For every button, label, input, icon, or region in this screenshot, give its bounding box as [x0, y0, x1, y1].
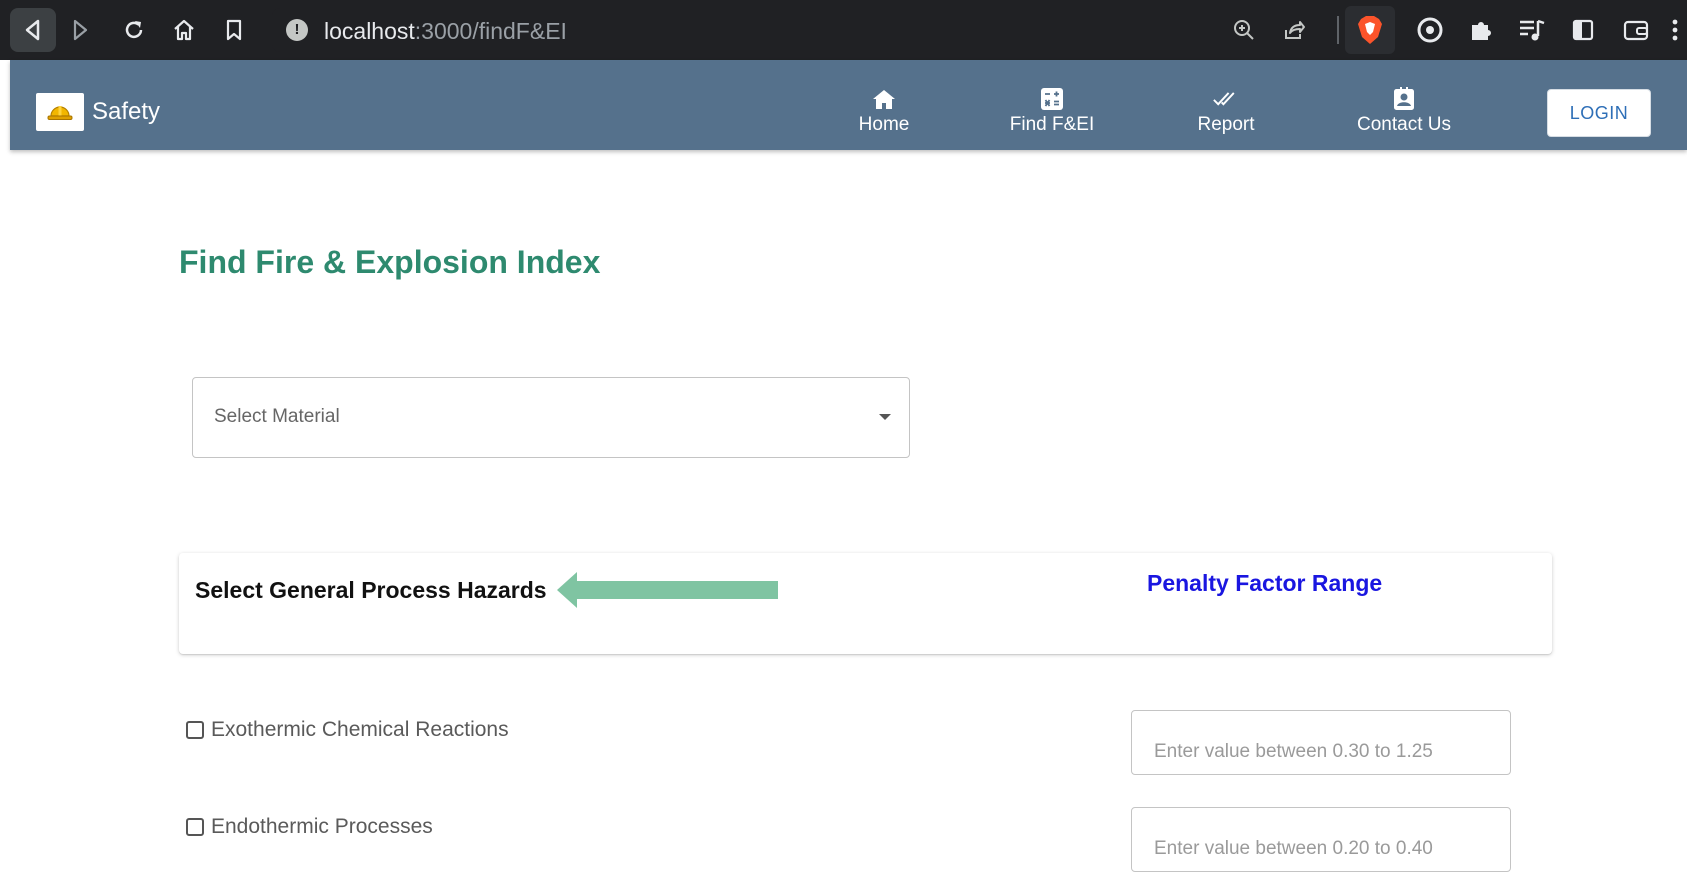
hard-hat-icon: [47, 106, 73, 120]
zoom-icon: [1234, 20, 1254, 40]
calculator-icon: [1039, 86, 1065, 112]
nav-home-label: Home: [858, 114, 910, 135]
vpn-icon: [1417, 17, 1443, 43]
exothermic-penalty-input[interactable]: [1131, 710, 1511, 775]
exothermic-checkbox[interactable]: [186, 721, 204, 739]
endothermic-label[interactable]: Endothermic Processes: [211, 815, 433, 839]
contact-icon: [1391, 86, 1417, 112]
wallet-button[interactable]: [1614, 8, 1658, 52]
home-icon: [174, 19, 194, 41]
page-title: Find Fire & Explosion Index: [179, 244, 601, 280]
extensions-button[interactable]: [1459, 8, 1503, 52]
url-host: localhost: [324, 18, 415, 44]
hazard-card-title: Select General Process Hazards: [195, 577, 547, 603]
brave-shield-icon: [1358, 16, 1382, 44]
double-check-icon: [1213, 86, 1239, 112]
nav-find-fei[interactable]: Find F&EI: [1000, 86, 1104, 142]
brave-shield-button[interactable]: [1345, 6, 1395, 54]
toolbar-divider: [1337, 16, 1339, 44]
share-button[interactable]: [1274, 8, 1314, 52]
left-arrow-icon: [557, 572, 778, 608]
info-icon[interactable]: !: [286, 19, 308, 41]
nav-home[interactable]: Home: [848, 86, 920, 142]
endothermic-checkbox[interactable]: [186, 818, 204, 836]
sidebar-button[interactable]: [1561, 8, 1605, 52]
material-select[interactable]: Select Material: [192, 377, 910, 458]
material-select-placeholder: Select Material: [214, 406, 340, 427]
bookmark-icon: [226, 19, 242, 41]
browser-toolbar: ! localhost:3000/findF&EI: [0, 0, 1687, 60]
nav-contact-us[interactable]: Contact Us: [1349, 86, 1459, 142]
endothermic-penalty-input[interactable]: [1131, 807, 1511, 872]
share-icon: [1285, 21, 1305, 39]
nav-find-fei-label: Find F&EI: [1009, 114, 1095, 135]
sidebar-icon: [1572, 19, 1594, 41]
menu-icon: [1672, 19, 1677, 41]
brand-name[interactable]: Safety: [92, 98, 160, 126]
nav-contact-us-label: Contact Us: [1357, 114, 1451, 135]
login-button[interactable]: LOGIN: [1547, 89, 1651, 137]
url-path: :3000/findF&EI: [414, 18, 567, 44]
brand-logo[interactable]: [36, 93, 84, 131]
menu-button[interactable]: [1662, 8, 1687, 52]
media-icon: [1520, 19, 1545, 41]
hazard-card: Select General Process Hazards Penalty F…: [179, 553, 1552, 654]
zoom-button[interactable]: [1224, 8, 1264, 52]
nav-report[interactable]: Report: [1181, 86, 1271, 142]
reload-icon: [125, 21, 143, 39]
url-text[interactable]: localhost:3000/findF&EI: [324, 18, 567, 45]
forward-button[interactable]: [58, 8, 102, 52]
exothermic-label[interactable]: Exothermic Chemical Reactions: [211, 718, 509, 742]
penalty-factor-title: Penalty Factor Range: [1147, 570, 1383, 596]
home-button[interactable]: [162, 8, 206, 52]
nav-report-label: Report: [1197, 114, 1255, 135]
home-icon: [871, 86, 897, 112]
extensions-icon: [1472, 22, 1491, 40]
app-header: Safety Home Find F&EI Report Contact Us …: [10, 60, 1687, 150]
forward-icon: [73, 19, 88, 41]
media-button[interactable]: [1510, 8, 1554, 52]
back-button[interactable]: [10, 8, 56, 52]
bookmark-button[interactable]: [212, 8, 256, 52]
back-icon: [25, 19, 40, 41]
dropdown-arrow-icon[interactable]: [879, 414, 891, 420]
vpn-button[interactable]: [1408, 8, 1452, 52]
wallet-icon: [1623, 20, 1649, 41]
address-bar[interactable]: ! localhost:3000/findF&EI: [272, 8, 1394, 52]
reload-button[interactable]: [112, 8, 156, 52]
